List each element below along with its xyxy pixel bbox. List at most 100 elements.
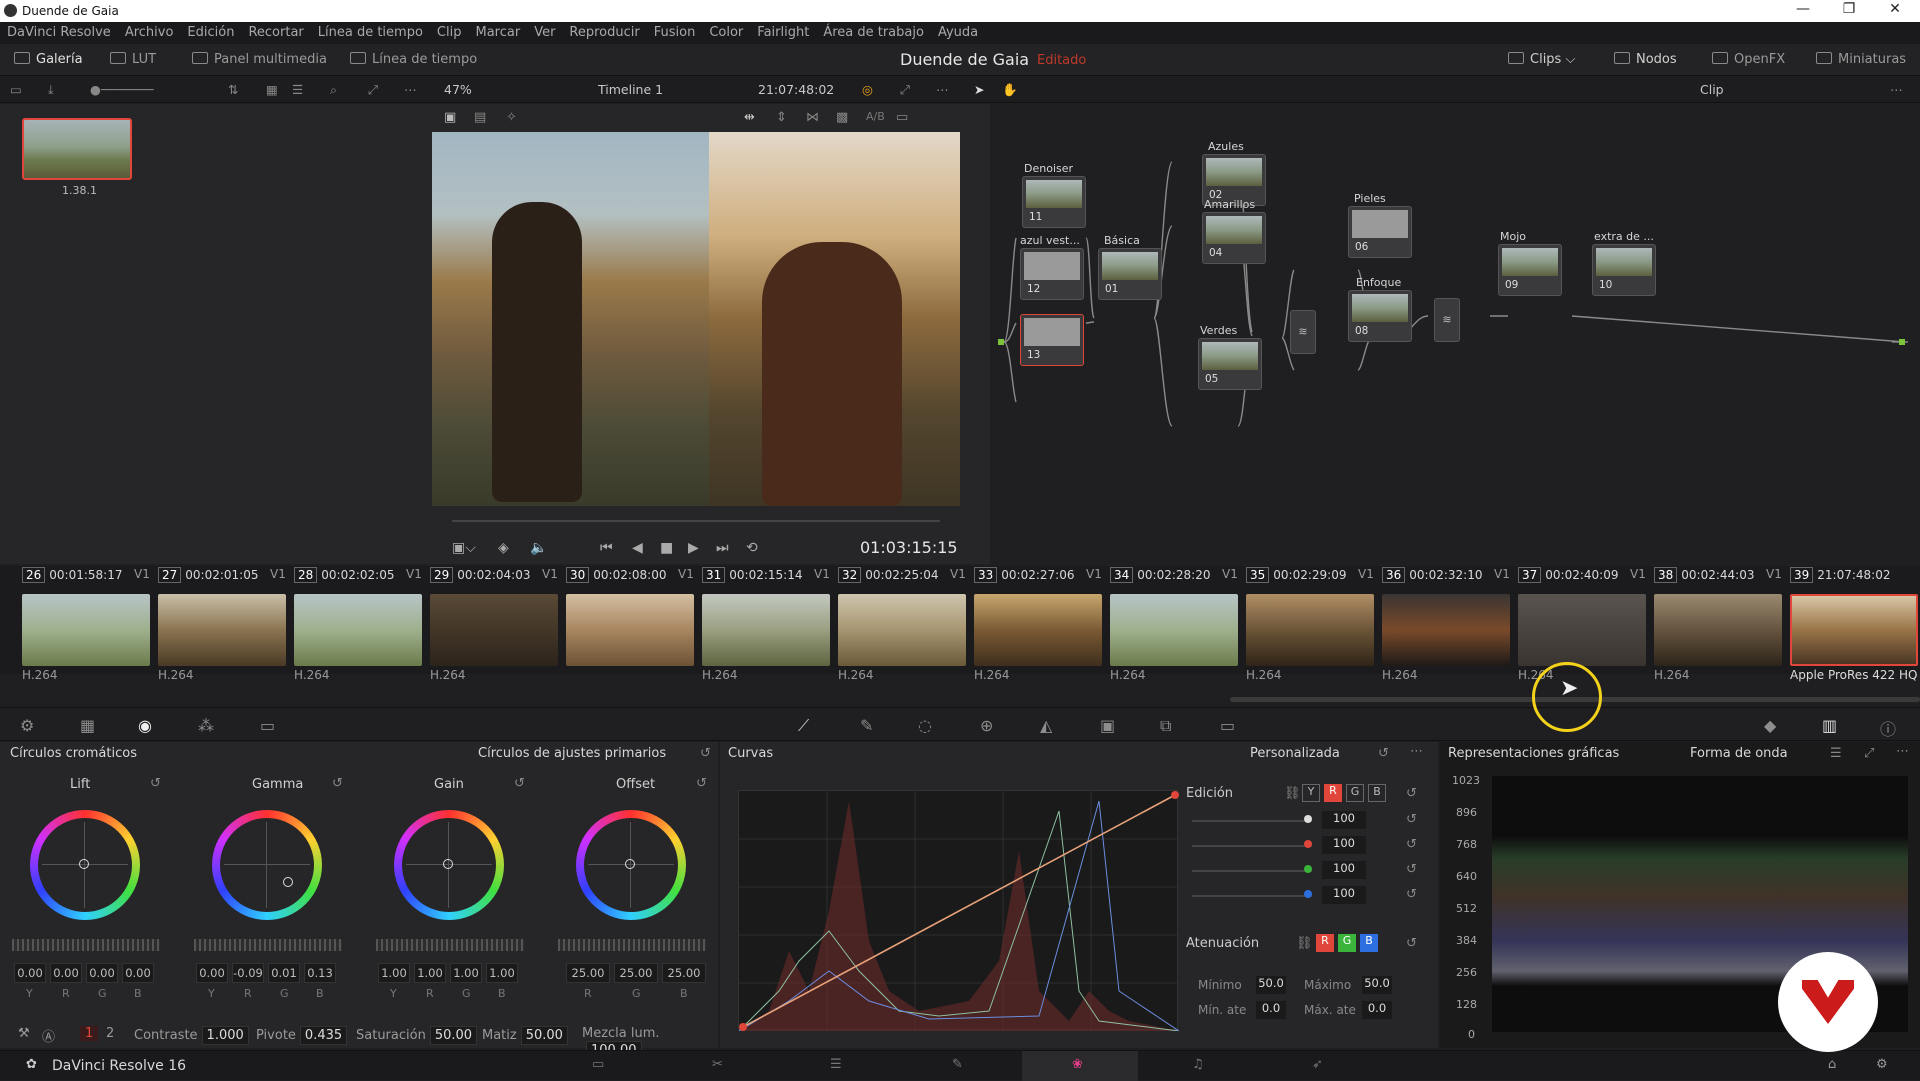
scopes-more-icon[interactable]: ⋯: [1896, 744, 1909, 759]
maximo-value[interactable]: 50.0: [1362, 976, 1392, 994]
list-view-icon[interactable]: ☰: [292, 82, 303, 97]
wheels-reset-icon[interactable]: ↺: [700, 746, 711, 761]
settings-gear-icon[interactable]: ⚙: [1876, 1057, 1888, 1072]
color-match-icon[interactable]: ▦: [80, 716, 95, 735]
loop-icon[interactable]: ◎: [862, 82, 873, 97]
wheel-reset-icon[interactable]: ↺: [150, 776, 161, 791]
split-view-icon[interactable]: ▤: [474, 110, 486, 125]
color-page-icon[interactable]: ❀: [1072, 1057, 1083, 1072]
menu-recortar[interactable]: Recortar: [241, 22, 310, 40]
3d-icon[interactable]: ▭: [1220, 716, 1235, 735]
b-value[interactable]: 100: [1322, 886, 1366, 904]
wheel-value[interactable]: -0.09: [232, 963, 264, 983]
node-pieles[interactable]: 06: [1348, 206, 1412, 258]
node-azul-vest[interactable]: 12: [1020, 248, 1084, 300]
grid-view-icon[interactable]: ▦: [266, 82, 278, 97]
wheel-value[interactable]: 0.00: [122, 963, 154, 983]
node-basica[interactable]: 01: [1098, 248, 1162, 300]
deliver-page-icon[interactable]: ➶: [1312, 1057, 1323, 1072]
wheel-value[interactable]: 1.00: [414, 963, 446, 983]
channel-b-button[interactable]: B: [1368, 784, 1386, 802]
hand-tool-icon[interactable]: ✋: [1002, 82, 1018, 98]
go-end-button[interactable]: ⏭: [716, 540, 729, 556]
saturacion-control[interactable]: Saturación 50.00: [356, 1026, 478, 1045]
node-verdes[interactable]: 05: [1198, 338, 1262, 390]
menu-edicion[interactable]: Edición: [180, 22, 241, 40]
layer-mixer-node-1[interactable]: ≋: [1290, 310, 1316, 354]
play-button[interactable]: ▶: [688, 540, 699, 556]
g-value[interactable]: 100: [1322, 861, 1366, 879]
edit-page-icon[interactable]: ☰: [830, 1057, 842, 1072]
y-value[interactable]: 100: [1322, 811, 1366, 829]
scrub-bar[interactable]: [452, 520, 940, 522]
color-wheel-offset[interactable]: [576, 810, 686, 920]
r-reset-icon[interactable]: ↺: [1406, 837, 1417, 852]
clip-thumbnail[interactable]: [1110, 594, 1238, 666]
viewer-mode-icon[interactable]: ▣⌵: [452, 540, 476, 556]
window-icon[interactable]: ◌: [918, 716, 932, 735]
wheel-reset-icon[interactable]: ↺: [332, 776, 343, 791]
color-wheel-gain[interactable]: [394, 810, 504, 920]
clip-thumbnail[interactable]: [838, 594, 966, 666]
timeline-selector[interactable]: Timeline 1: [598, 82, 663, 97]
fairlight-page-icon[interactable]: ♫: [1192, 1057, 1204, 1072]
aten-b-button[interactable]: B: [1360, 934, 1378, 952]
channel-r-button[interactable]: R: [1324, 784, 1342, 802]
scopes-settings-icon[interactable]: ☰: [1830, 746, 1842, 761]
clip-thumbnail[interactable]: [702, 594, 830, 666]
scopes-icon[interactable]: ▥: [1822, 716, 1837, 735]
sizing-icon[interactable]: ⧉: [1160, 716, 1171, 736]
menu-ver[interactable]: Ver: [527, 22, 562, 40]
play-reverse-button[interactable]: ◀: [632, 540, 643, 556]
wheel-master-slider[interactable]: [12, 939, 160, 951]
node-mojo[interactable]: 09: [1498, 244, 1562, 296]
atenuacion-reset-icon[interactable]: ↺: [1406, 936, 1417, 951]
wheel-value[interactable]: 0.01: [268, 963, 300, 983]
clip-thumbnail[interactable]: [22, 594, 150, 666]
wheel-puck[interactable]: [443, 859, 453, 869]
matiz-value[interactable]: 50.00: [520, 1026, 568, 1045]
keyframes-icon[interactable]: ◆: [1764, 716, 1776, 735]
minimo-value[interactable]: 50.0: [1256, 976, 1286, 994]
edicion-reset-icon[interactable]: ↺: [1406, 786, 1417, 801]
minimize-button[interactable]: —: [1780, 1, 1826, 21]
wheel-reset-icon[interactable]: ↺: [696, 776, 707, 791]
clip-thumbnail[interactable]: [566, 594, 694, 666]
node-mode-selector[interactable]: Clip: [1700, 82, 1724, 97]
wheel-value[interactable]: 0.00: [14, 963, 46, 983]
wheel-puck[interactable]: [79, 859, 89, 869]
node-denoiser[interactable]: 11: [1022, 176, 1086, 228]
menu-clip[interactable]: Clip: [430, 22, 469, 40]
lut-button[interactable]: LUT: [110, 52, 156, 67]
b-slider-knob[interactable]: [1304, 890, 1312, 898]
output-pin[interactable]: [1899, 339, 1905, 345]
atenuacion-link-icon[interactable]: ⛓: [1296, 936, 1313, 951]
saturacion-value[interactable]: 50.00: [429, 1026, 478, 1045]
g-slider-track[interactable]: [1192, 870, 1312, 872]
clips-button[interactable]: Clips ⌵: [1508, 52, 1575, 67]
page-1-button[interactable]: 1: [80, 1026, 99, 1041]
r-slider-knob[interactable]: [1304, 840, 1312, 848]
miniaturas-button[interactable]: Miniaturas: [1816, 52, 1906, 67]
pivote-control[interactable]: Pivote 0.435: [256, 1026, 348, 1045]
wipe-icon[interactable]: ⇹: [744, 110, 755, 125]
menu-fairlight[interactable]: Fairlight: [750, 22, 816, 40]
pointer-tool-icon[interactable]: ➤: [974, 82, 984, 97]
layers-icon[interactable]: ◈: [498, 540, 509, 556]
maximize-button[interactable]: ❐: [1826, 1, 1872, 21]
loop-button[interactable]: ⟲: [746, 540, 758, 556]
panel-toggle-icon[interactable]: ▭: [10, 82, 22, 97]
clip-thumbnail[interactable]: [158, 594, 286, 666]
aten-g-button[interactable]: G: [1338, 934, 1356, 952]
media-page-icon[interactable]: ▭: [592, 1057, 604, 1072]
scopes-mode-selector[interactable]: Forma de onda: [1690, 746, 1788, 761]
auto-color-icon[interactable]: Ⓐ: [42, 1026, 55, 1045]
node-enfoque[interactable]: 08: [1348, 290, 1412, 342]
g-slider-knob[interactable]: [1304, 865, 1312, 873]
node-extra[interactable]: 10: [1592, 244, 1656, 296]
curves-icon[interactable]: ⟋: [798, 716, 809, 736]
wheel-value[interactable]: 0.00: [86, 963, 118, 983]
wheel-value[interactable]: 0.13: [304, 963, 336, 983]
node-editor[interactable]: Denoiser 11 azul vest... 12 13 Básica 01…: [990, 104, 1920, 564]
min-aten-value[interactable]: 0.0: [1256, 1001, 1286, 1019]
